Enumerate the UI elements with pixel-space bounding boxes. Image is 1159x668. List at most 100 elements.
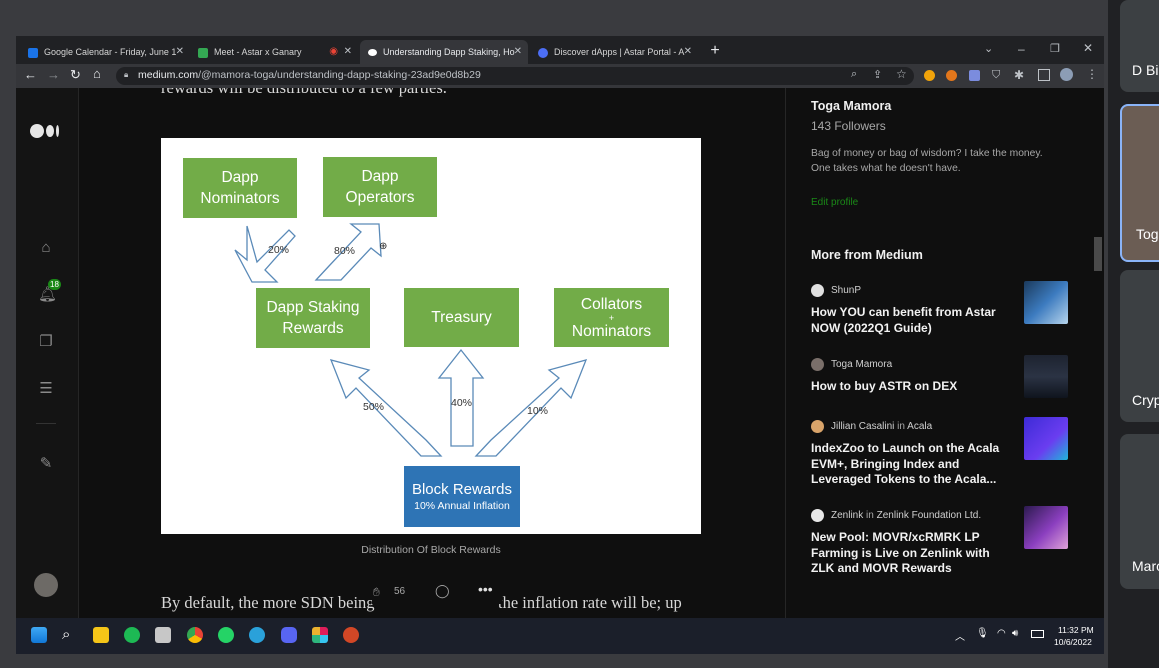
treasury-box: Treasury: [404, 288, 519, 347]
story-author[interactable]: Zenlink in Zenlink Foundation Ltd.: [811, 509, 981, 522]
powerpoint-icon[interactable]: [343, 627, 359, 643]
share-icon[interactable]: ⇪: [873, 68, 882, 81]
pct-label: 20%: [268, 244, 290, 256]
lock-icon: 🔒︎: [124, 70, 129, 79]
follower-count[interactable]: 143 Followers: [811, 119, 886, 133]
close-window-button[interactable]: ✕: [1083, 41, 1093, 55]
more-actions-icon[interactable]: •••: [478, 581, 493, 597]
story-thumbnail[interactable]: [1024, 355, 1068, 398]
author-avatar: [811, 358, 824, 371]
tab-meet[interactable]: Meet - Astar x Ganary ◉ ✕: [190, 40, 358, 64]
clap-count: 56: [394, 586, 406, 597]
zoom-icon[interactable]: ⌕: [851, 68, 857, 81]
story-title[interactable]: How YOU can benefit from Astar NOW (2022…: [811, 305, 1016, 336]
tab-calendar[interactable]: Google Calendar - Friday, June 1 ✕: [20, 40, 190, 64]
close-tab-icon[interactable]: ✕: [176, 40, 184, 64]
user-avatar[interactable]: [34, 573, 58, 597]
tab-search-icon[interactable]: ⌄: [984, 42, 993, 55]
whatsapp-icon[interactable]: [218, 627, 234, 643]
author-name[interactable]: Toga Mamora: [811, 99, 891, 113]
battery-icon[interactable]: [1031, 630, 1044, 638]
page-scrollbar[interactable]: [1094, 237, 1102, 271]
menu-icon[interactable]: ⋮: [1086, 67, 1098, 81]
discord-icon[interactable]: [281, 627, 297, 643]
tab-medium-article[interactable]: Understanding Dapp Staking, Ho ✕: [360, 40, 528, 64]
bookmarks-icon[interactable]: ❐: [38, 334, 54, 350]
dapp-operators-box: Dapp Operators: [323, 157, 437, 217]
collators-nominators-box: Collators + Nominators: [554, 288, 669, 347]
search-icon[interactable]: ⌕: [62, 627, 78, 643]
participant-tile[interactable]: Marc: [1120, 434, 1159, 589]
home-icon[interactable]: ⌂: [38, 240, 54, 256]
slack-icon[interactable]: [312, 627, 328, 643]
profile-avatar[interactable]: [1060, 68, 1073, 81]
tray-chevron-icon[interactable]: ︿: [955, 628, 965, 643]
story-author[interactable]: ShunP: [811, 284, 861, 297]
pct-label: 50%: [363, 401, 385, 413]
taskbar: [16, 618, 1104, 654]
more-from-medium-heading: More from Medium: [811, 248, 923, 262]
medium-icon: [368, 49, 377, 57]
story-title[interactable]: How to buy ASTR on DEX: [811, 379, 1016, 395]
microphone-icon[interactable]: 🎙︎: [976, 628, 989, 639]
minimize-button[interactable]: –: [1018, 42, 1025, 56]
extension-icon[interactable]: [924, 70, 935, 81]
spotify-icon[interactable]: [124, 627, 140, 643]
medium-logo[interactable]: [30, 124, 62, 138]
article-paragraph-start: By default, the more SDN being: [161, 593, 375, 612]
tab-astar-portal[interactable]: Discover dApps | Astar Portal - A ✕: [530, 40, 698, 64]
extension-icon[interactable]: [946, 70, 957, 81]
write-icon[interactable]: ✎: [38, 456, 54, 472]
chrome-icon[interactable]: [187, 627, 203, 643]
restore-button[interactable]: ❐: [1050, 42, 1060, 55]
edit-profile-link[interactable]: Edit profile: [811, 197, 858, 208]
pct-label: 10%: [527, 405, 549, 417]
telegram-icon[interactable]: [249, 627, 265, 643]
story-thumbnail[interactable]: [1024, 417, 1068, 460]
story-title[interactable]: New Pool: MOVR/xcRMRK LP Farming is Live…: [811, 530, 1016, 577]
article-paragraph-end: the inflation rate will be; up: [498, 593, 682, 612]
clock-time[interactable]: 11:32 PM: [1058, 625, 1094, 635]
block-rewards-box: Block Rewards 10% Annual Inflation: [404, 466, 520, 527]
story-author[interactable]: Toga Mamora: [811, 358, 892, 371]
participant-tile[interactable]: Cryp: [1120, 270, 1159, 422]
comment-icon[interactable]: ◯: [435, 583, 450, 599]
zoom-cursor-icon: ⊕: [379, 241, 388, 252]
dapp-nominators-box: Dapp Nominators: [183, 158, 297, 218]
home-icon[interactable]: ⌂: [93, 66, 101, 81]
rail-divider: [36, 423, 56, 424]
story-title[interactable]: IndexZoo to Launch on the Acala EVM+, Br…: [811, 441, 1016, 488]
clock-date[interactable]: 10/6/2022: [1054, 637, 1092, 647]
pct-label: 80%: [334, 245, 356, 257]
extension-icon[interactable]: [969, 70, 980, 81]
new-tab-button[interactable]: +: [706, 42, 724, 60]
close-tab-icon[interactable]: ✕: [344, 40, 352, 64]
close-tab-icon[interactable]: ✕: [514, 40, 522, 64]
close-tab-icon[interactable]: ✕: [684, 40, 692, 64]
participant-tile-active[interactable]: Tog: [1120, 104, 1159, 262]
volume-icon[interactable]: 🔊︎: [1012, 628, 1018, 639]
story-thumbnail[interactable]: [1024, 506, 1068, 549]
shield-icon[interactable]: ⛉: [992, 69, 1000, 82]
notification-count-badge: 18: [48, 279, 61, 290]
recording-icon: ◉: [329, 46, 338, 57]
start-icon[interactable]: [31, 627, 47, 643]
forward-icon[interactable]: →: [47, 67, 60, 82]
sticky-notes-icon[interactable]: [93, 627, 109, 643]
clap-icon[interactable]: ✋︎: [373, 585, 380, 600]
url-host: medium.com: [138, 69, 199, 81]
back-icon[interactable]: ←: [24, 67, 37, 82]
author-bio: Bag of money or bag of wisdom? I take th…: [811, 148, 1043, 174]
sidepanel-icon[interactable]: [1038, 69, 1050, 81]
stories-icon[interactable]: ☰: [38, 381, 54, 397]
snipping-icon[interactable]: [155, 627, 171, 643]
puzzle-icon[interactable]: ✱: [1014, 68, 1024, 82]
reload-icon[interactable]: ↻: [70, 67, 81, 83]
wifi-icon[interactable]: ◠: [997, 628, 1006, 639]
story-author[interactable]: Jillian Casalini in Acala: [811, 420, 932, 433]
bookmark-star-icon[interactable]: ☆: [896, 67, 907, 81]
address-bar[interactable]: 🔒︎ medium.com/@mamora-toga/understanding…: [116, 67, 914, 85]
participant-tile[interactable]: D Bi: [1120, 0, 1159, 92]
story-thumbnail[interactable]: [1024, 281, 1068, 324]
dapp-staking-rewards-box: Dapp Staking Rewards: [256, 288, 370, 348]
